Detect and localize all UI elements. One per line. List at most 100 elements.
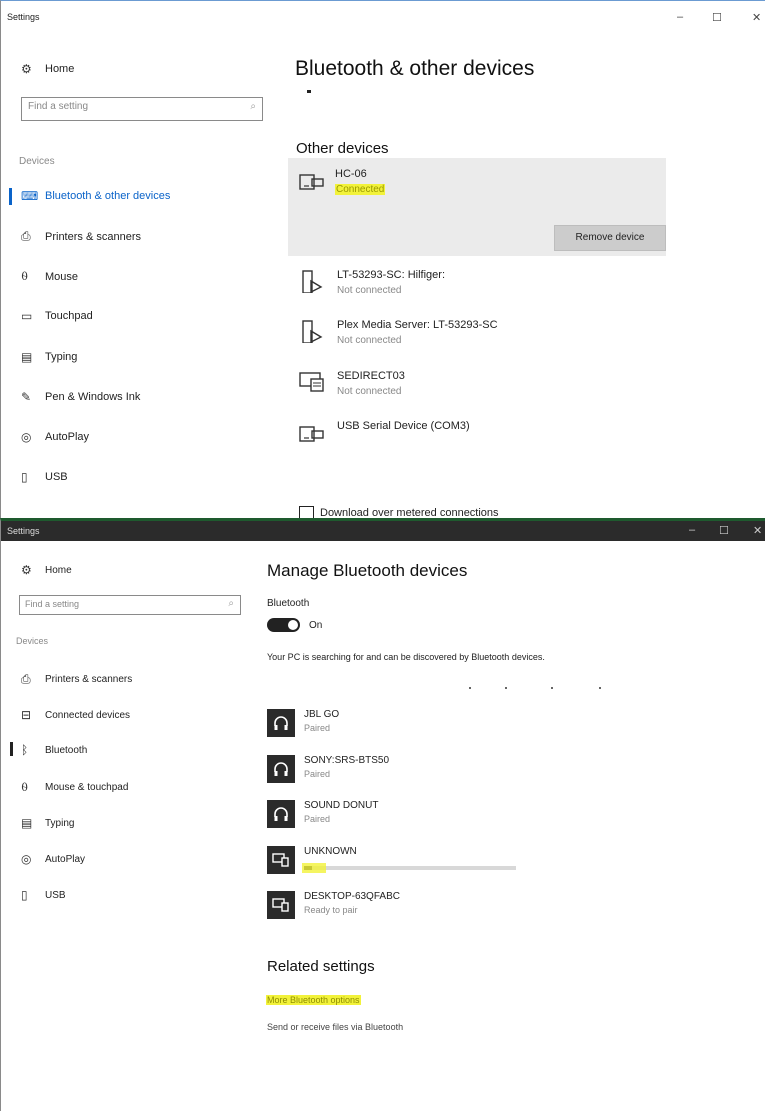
search-icon: ⌕	[228, 598, 234, 609]
usb-icon: ▯	[21, 888, 28, 902]
sidebar-item-connected-devices[interactable]: ⊟ Connected devices	[21, 708, 130, 722]
window-title: Settings	[7, 12, 40, 22]
sidebar-item-typing[interactable]: ▤ Typing	[21, 350, 77, 364]
gear-icon: ⚙	[21, 563, 32, 577]
sidebar-item-label: Bluetooth	[45, 744, 88, 756]
maximize-button[interactable]: ☐	[719, 524, 729, 537]
selection-indicator	[9, 188, 12, 205]
sidebar-item-label: Pen & Windows Ink	[45, 391, 141, 403]
search-input[interactable]: Find a setting ⌕	[19, 595, 241, 615]
sidebar-item-label: Typing	[45, 351, 78, 363]
sidebar-item-autoplay[interactable]: ◎ AutoPlay	[21, 430, 89, 444]
settings-window-bluetooth-other-devices: Settings – ☐ ✕ ⚙ Home Find a setting ⌕ D…	[0, 0, 765, 518]
home-nav-item[interactable]: ⚙ Home	[21, 62, 74, 76]
title-bar: Settings – ☐ ✕	[1, 1, 765, 37]
pairing-progress-bar	[304, 866, 516, 870]
sidebar-item-label: Mouse & touchpad	[45, 782, 129, 793]
sidebar-item-label: Mouse	[45, 270, 79, 283]
selected-device-panel[interactable]: HC-06 Connected Remove device	[288, 158, 666, 256]
sidebar-item-printers-scanners[interactable]: ⎙ Printers & scanners	[21, 672, 132, 687]
mouse-icon: ⍬	[21, 780, 29, 794]
bluetooth-devices-icon: ⌨	[21, 189, 39, 203]
searching-text: Your PC is searching for and can be disc…	[267, 652, 545, 662]
media-device-icon	[302, 320, 323, 343]
progress-dot	[307, 90, 311, 93]
sidebar-item-label: Bluetooth & other devices	[45, 190, 171, 202]
device-name: SEDIRECT03	[337, 370, 405, 382]
printer-icon: ⎙	[21, 672, 31, 686]
bluetooth-toggle[interactable]	[267, 618, 300, 632]
more-bluetooth-options-link[interactable]: More Bluetooth options	[266, 995, 361, 1005]
autoplay-icon: ◎	[21, 430, 32, 444]
device-name: USB Serial Device (COM3)	[337, 420, 470, 432]
device-name: Plex Media Server: LT-53293-SC	[337, 319, 498, 331]
device-name: LT-53293-SC: Hilfiger:	[337, 269, 446, 281]
sidebar-item-usb[interactable]: ▯ USB	[21, 888, 66, 902]
device-status: Connected	[335, 184, 386, 195]
device-status: Ready to pair	[304, 905, 358, 915]
printer-icon: ⎙	[21, 229, 31, 243]
device-name: DESKTOP-63QFABC	[304, 891, 400, 902]
device-name: JBL GO	[304, 709, 340, 720]
minimize-button[interactable]: –	[689, 524, 695, 536]
metered-checkbox[interactable]	[299, 506, 314, 518]
headphones-icon	[267, 800, 295, 828]
device-name: SOUND DONUT	[304, 800, 379, 811]
device-status: Not connected	[337, 335, 402, 346]
section-title-other-devices: Other devices	[296, 140, 389, 157]
sidebar-item-mouse-touchpad[interactable]: ⍬ Mouse & touchpad	[21, 780, 128, 795]
device-status: Paired	[304, 814, 331, 824]
display-device-icon	[299, 372, 324, 392]
sidebar-item-label: Printers & scanners	[45, 674, 133, 685]
sidebar-item-typing[interactable]: ▤ Typing	[21, 816, 74, 830]
window-title: Settings	[7, 526, 40, 536]
device-name: UNKNOWN	[304, 846, 357, 857]
sidebar-item-bluetooth-other-devices[interactable]: ⌨ Bluetooth & other devices	[21, 189, 170, 203]
search-placeholder: Find a setting	[25, 599, 80, 609]
device-status: Not connected	[337, 285, 402, 296]
device-pair-icon	[267, 846, 295, 874]
sidebar-item-touchpad[interactable]: ▭ Touchpad	[21, 309, 93, 323]
sidebar-item-label: AutoPlay	[45, 853, 86, 865]
sidebar-item-autoplay[interactable]: ◎ AutoPlay	[21, 852, 85, 866]
maximize-button[interactable]: ☐	[712, 11, 722, 24]
selection-indicator	[10, 742, 13, 756]
search-placeholder: Find a setting	[28, 101, 89, 112]
page-title: Bluetooth & other devices	[295, 57, 535, 80]
gear-icon: ⚙	[21, 62, 32, 76]
send-receive-files-link[interactable]: Send or receive files via Bluetooth	[267, 1022, 403, 1032]
sidebar-item-label: USB	[45, 471, 68, 483]
headphones-icon	[267, 755, 295, 783]
search-input[interactable]: Find a setting ⌕	[21, 97, 263, 121]
sidebar-item-label: Connected devices	[45, 709, 131, 721]
related-settings-title: Related settings	[267, 958, 375, 975]
toggle-state-label: On	[309, 620, 323, 631]
connected-devices-icon: ⊟	[21, 708, 32, 722]
progress-dot	[551, 687, 553, 689]
close-button[interactable]: ✕	[752, 11, 761, 24]
sidebar-item-printers-scanners[interactable]: ⎙ Printers & scanners	[21, 229, 141, 244]
sidebar-item-pen-windows-ink[interactable]: ✎ Pen & Windows Ink	[21, 390, 140, 404]
device-name: HC-06	[335, 168, 367, 180]
progress-dot	[469, 687, 471, 689]
sidebar-item-bluetooth[interactable]: ᛒ Bluetooth	[21, 743, 87, 757]
close-button[interactable]: ✕	[753, 524, 762, 537]
remove-device-button[interactable]: Remove device	[554, 225, 666, 251]
home-label: Home	[45, 63, 75, 75]
mouse-icon: ⍬	[21, 269, 29, 283]
home-nav-item[interactable]: ⚙ Home	[21, 563, 72, 577]
headphones-icon	[267, 709, 295, 737]
sidebar-item-label: Touchpad	[45, 310, 93, 322]
metered-checkbox-label: Download over metered connections	[320, 507, 499, 518]
title-bar: Settings – ☐ ✕	[1, 521, 765, 541]
section-label-devices: Devices	[16, 636, 49, 646]
page-title: Manage Bluetooth devices	[267, 561, 468, 580]
device-status: Paired	[304, 769, 331, 779]
sidebar-item-label: AutoPlay	[45, 431, 90, 443]
minimize-button[interactable]: –	[677, 11, 683, 23]
usb-icon: ▯	[21, 470, 28, 484]
autoplay-icon: ◎	[21, 852, 32, 866]
home-label: Home	[45, 564, 72, 576]
sidebar-item-mouse[interactable]: ⍬ Mouse	[21, 269, 78, 284]
sidebar-item-usb[interactable]: ▯ USB	[21, 470, 68, 484]
